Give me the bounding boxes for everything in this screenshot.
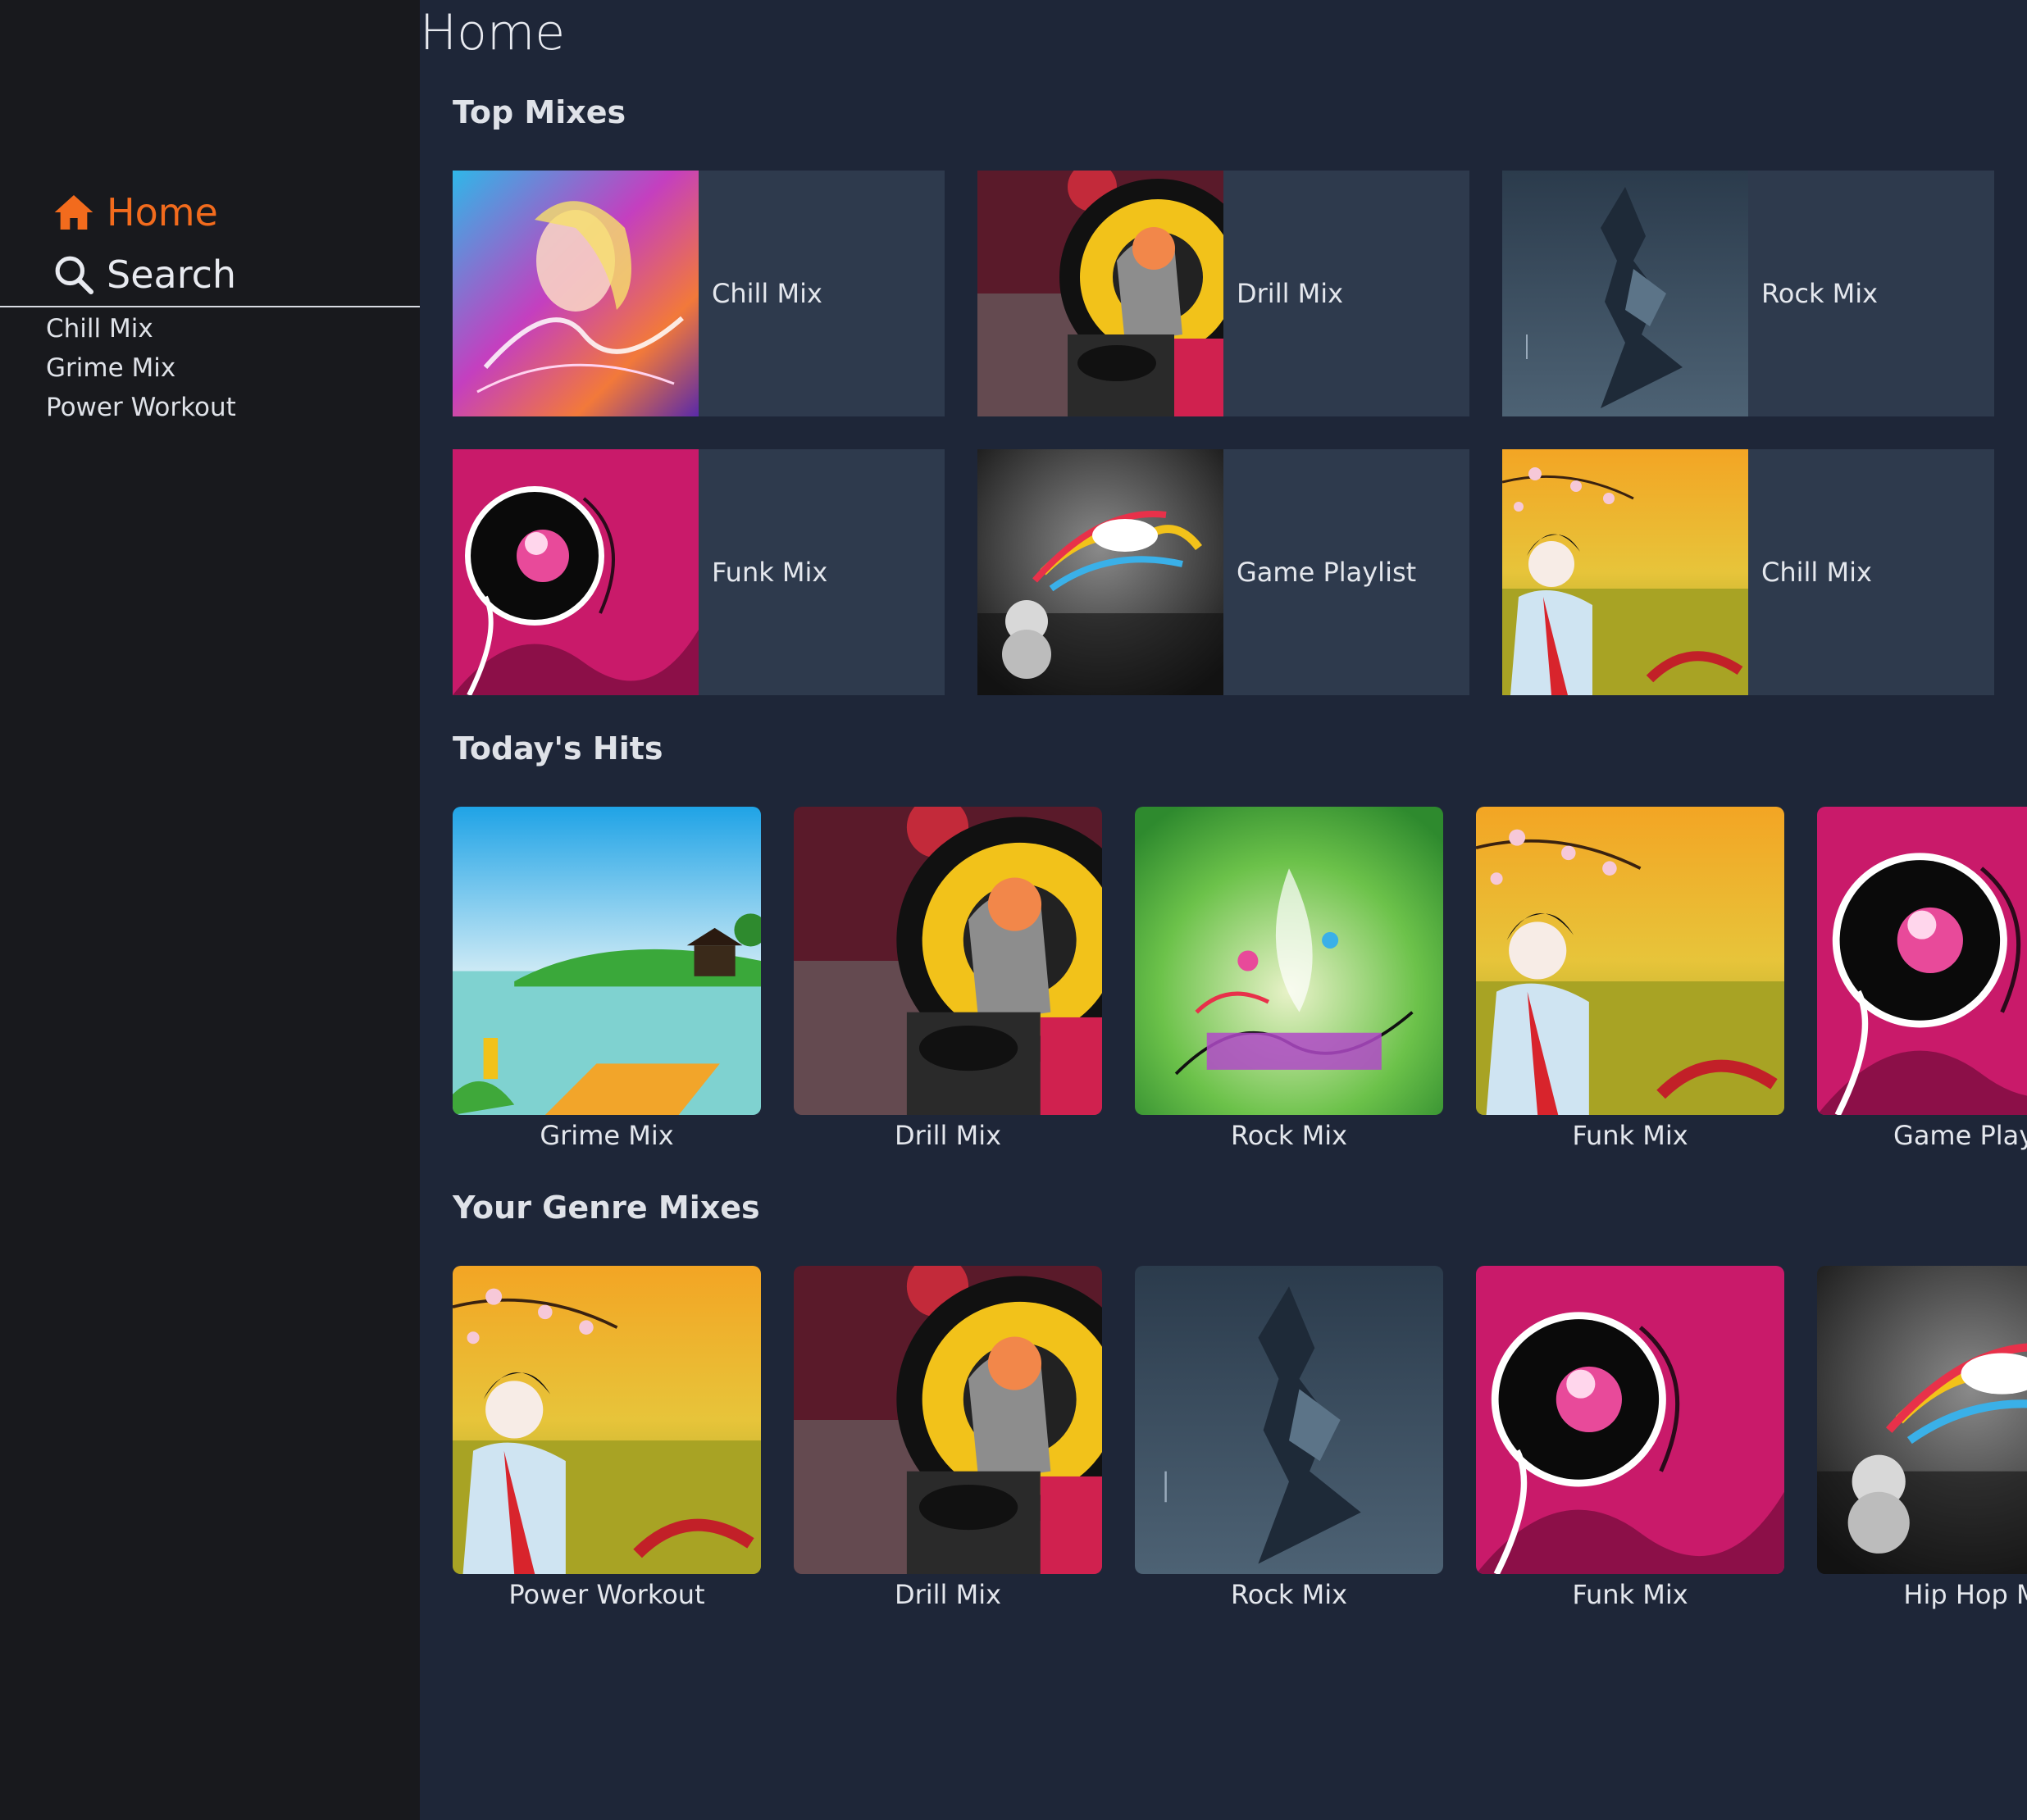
playlist-link[interactable]: Power Workout [46, 389, 236, 426]
mix-card[interactable]: Game Playlist [977, 449, 1469, 695]
playlist-tile-label: Rock Mix [1230, 1579, 1348, 1610]
album-art [453, 171, 699, 416]
nav-search-label: Search [107, 253, 237, 297]
playlist-tile-label: Rock Mix [1230, 1120, 1348, 1151]
playlist-tile-label: Funk Mix [1572, 1120, 1688, 1151]
playlist-tile[interactable]: Power Workout [453, 1266, 761, 1610]
sidebar-divider [0, 306, 420, 307]
playlist-tile[interactable]: Rock Mix [1135, 807, 1443, 1151]
playlist-tile-label: Grime Mix [540, 1120, 674, 1151]
playlist-tile[interactable]: Funk Mix [1476, 1266, 1784, 1610]
playlist-tile[interactable]: Drill Mix [794, 1266, 1102, 1610]
playlist-tile-label: Power Workout [508, 1579, 705, 1610]
section-title-top-mixes: Top Mixes [453, 94, 626, 130]
album-art [453, 1266, 761, 1574]
mix-card-label: Game Playlist [1237, 557, 1417, 588]
playlist-tile-label: Hip Hop M [1903, 1579, 2027, 1610]
album-art [794, 1266, 1102, 1574]
section-title-todays-hits: Today's Hits [453, 730, 663, 767]
mix-card[interactable]: Drill Mix [977, 171, 1469, 416]
playlist-tile-label: Drill Mix [894, 1579, 1002, 1610]
sidebar: Home Search Chill Mix Grime Mix Power Wo… [0, 0, 420, 1820]
section-title-genre-mixes: Your Genre Mixes [453, 1190, 760, 1226]
playlist-tile-label: Funk Mix [1572, 1579, 1688, 1610]
mix-card[interactable]: Funk Mix [453, 449, 945, 695]
album-art [1135, 807, 1443, 1115]
album-art [1817, 1266, 2027, 1574]
playlist-tile[interactable]: Drill Mix [794, 807, 1102, 1151]
album-art [1502, 171, 1748, 416]
nav-home-label: Home [107, 190, 218, 234]
mix-card-label: Chill Mix [1761, 557, 1872, 588]
album-art [977, 171, 1223, 416]
album-art [1135, 1266, 1443, 1574]
search-icon [55, 256, 94, 295]
playlist-tile[interactable]: Rock Mix [1135, 1266, 1443, 1610]
mix-card-label: Chill Mix [712, 278, 822, 309]
mix-card[interactable]: Chill Mix [453, 171, 945, 416]
album-art [1502, 449, 1748, 695]
album-art [1476, 807, 1784, 1115]
playlist-tile-label: Drill Mix [894, 1120, 1002, 1151]
playlist-tile[interactable]: Grime Mix [453, 807, 761, 1151]
album-art [1817, 807, 2027, 1115]
nav-home[interactable]: Home [51, 184, 218, 241]
album-art [1476, 1266, 1784, 1574]
album-art [977, 449, 1223, 695]
album-art [794, 807, 1102, 1115]
mix-card-label: Drill Mix [1237, 278, 1344, 309]
home-icon [54, 195, 93, 230]
page-title: Home [420, 4, 566, 61]
playlist-link[interactable]: Grime Mix [46, 349, 175, 387]
playlist-tile[interactable]: Hip Hop M [1817, 1266, 2027, 1610]
mix-card[interactable]: Rock Mix [1502, 171, 1994, 416]
mix-card-label: Funk Mix [712, 557, 828, 588]
album-art [453, 807, 761, 1115]
mix-card[interactable]: Chill Mix [1502, 449, 1994, 695]
playlist-tile[interactable]: Game Playli [1817, 807, 2027, 1151]
playlist-link[interactable]: Chill Mix [46, 310, 153, 348]
playlist-tile[interactable]: Funk Mix [1476, 807, 1784, 1151]
playlist-tile-label: Game Playli [1893, 1120, 2027, 1151]
mix-card-label: Rock Mix [1761, 278, 1879, 309]
nav-search[interactable]: Search [51, 246, 236, 303]
album-art [453, 449, 699, 695]
